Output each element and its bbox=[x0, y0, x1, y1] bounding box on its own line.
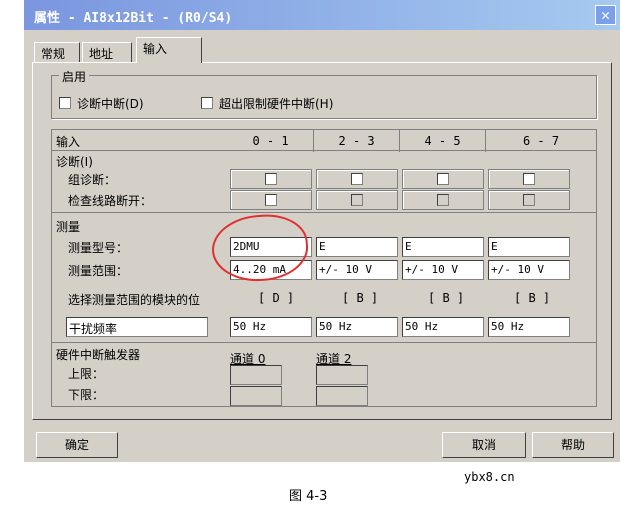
module-position-0: [ D ] bbox=[258, 291, 295, 305]
enable-group-title: 启用 bbox=[59, 68, 90, 85]
diag-interrupt-label: 诊断中断(D) bbox=[77, 97, 144, 111]
header-col-0-1: 0 - 1 bbox=[228, 130, 314, 152]
lower-limit-field-2 bbox=[316, 386, 368, 406]
measurement-type-label: 测量型号： bbox=[68, 241, 129, 255]
measurement-section: 测量 测量型号： 测量范围： 2DMU E E E 4..20 mA +/- 1… bbox=[51, 213, 597, 343]
diag-interrupt-checkbox[interactable] bbox=[59, 97, 71, 109]
help-button[interactable]: 帮助 bbox=[532, 432, 614, 458]
interference-freq-label: 干扰频率 bbox=[66, 317, 208, 337]
cancel-button[interactable]: 取消 bbox=[442, 432, 526, 458]
window-title: 属性 - AI8x12Bit - (R0/S4) bbox=[34, 11, 233, 26]
module-position-2: [ B ] bbox=[428, 291, 465, 305]
ok-button[interactable]: 确定 bbox=[36, 432, 118, 458]
wire-break-cell bbox=[488, 190, 570, 210]
title-bar[interactable]: 属性 - AI8x12Bit - (R0/S4) ✕ bbox=[24, 0, 620, 30]
upper-limit-label: 上限： bbox=[68, 367, 105, 381]
interference-field-2[interactable]: 50 Hz bbox=[402, 317, 484, 337]
upper-limit-field-0 bbox=[230, 365, 282, 385]
interference-field-3[interactable]: 50 Hz bbox=[488, 317, 570, 337]
group-diag-cell bbox=[316, 169, 398, 189]
wire-break-checkbox-1 bbox=[351, 194, 363, 206]
tab-input[interactable]: 输入 bbox=[136, 37, 202, 63]
diagnostics-section: 诊断(I) 组诊断： 检查线路断开： bbox=[51, 151, 597, 213]
figure-caption: 图 4-3 bbox=[289, 489, 328, 504]
measurement-type-field-2[interactable]: E bbox=[402, 237, 484, 257]
group-diag-label: 组诊断： bbox=[68, 173, 117, 187]
module-position-3: [ B ] bbox=[514, 291, 551, 305]
properties-dialog: 属性 - AI8x12Bit - (R0/S4) ✕ 常规 地址 输入 启用 诊… bbox=[24, 0, 620, 462]
hw-limit-interrupt-label: 超出限制硬件中断(H) bbox=[219, 97, 334, 111]
tab-general[interactable]: 常规 bbox=[34, 42, 80, 62]
module-position-1: [ B ] bbox=[342, 291, 379, 305]
wire-break-cell bbox=[316, 190, 398, 210]
upper-limit-field-2 bbox=[316, 365, 368, 385]
wire-break-label: 检查线路断开： bbox=[68, 194, 153, 208]
wire-break-cell bbox=[402, 190, 484, 210]
diagnostics-title: 诊断(I) bbox=[56, 155, 93, 169]
measurement-range-field-3[interactable]: +/- 10 V bbox=[488, 260, 570, 280]
tab-address[interactable]: 地址 bbox=[82, 42, 132, 62]
group-diag-checkbox-2[interactable] bbox=[437, 173, 449, 185]
header-input: 输入 bbox=[56, 135, 81, 149]
lower-limit-label: 下限： bbox=[68, 388, 105, 402]
lower-limit-field-0 bbox=[230, 386, 282, 406]
measurement-type-field-1[interactable]: E bbox=[316, 237, 398, 257]
wire-break-checkbox-2 bbox=[437, 194, 449, 206]
interference-field-1[interactable]: 50 Hz bbox=[316, 317, 398, 337]
measurement-range-field-2[interactable]: +/- 10 V bbox=[402, 260, 484, 280]
measurement-range-field-1[interactable]: +/- 10 V bbox=[316, 260, 398, 280]
wire-break-cell bbox=[230, 190, 312, 210]
group-diag-cell bbox=[402, 169, 484, 189]
group-diag-checkbox-3[interactable] bbox=[523, 173, 535, 185]
measurement-range-label: 测量范围： bbox=[68, 264, 129, 278]
tab-panel-input: 启用 诊断中断(D) 超出限制硬件中断(H) 输入 0 - 1 2 - 3 4 … bbox=[32, 62, 612, 420]
group-diag-checkbox-1[interactable] bbox=[351, 173, 363, 185]
close-icon[interactable]: ✕ bbox=[595, 5, 616, 25]
wire-break-checkbox-0[interactable] bbox=[265, 194, 277, 206]
group-diag-cell bbox=[488, 169, 570, 189]
header-col-4-5: 4 - 5 bbox=[400, 130, 486, 152]
hw-trigger-section: 硬件中断触发器 通道 0 通道 2 上限： 下限： bbox=[51, 343, 597, 407]
hw-trigger-title: 硬件中断触发器 bbox=[56, 348, 141, 362]
measurement-type-field-3[interactable]: E bbox=[488, 237, 570, 257]
watermark: ybx8.cn bbox=[464, 470, 515, 484]
header-col-2-3: 2 - 3 bbox=[314, 130, 400, 152]
group-diag-cell bbox=[230, 169, 312, 189]
table-header: 输入 0 - 1 2 - 3 4 - 5 6 - 7 bbox=[51, 129, 597, 152]
wire-break-checkbox-3 bbox=[523, 194, 535, 206]
module-position-label: 选择测量范围的模块的位 bbox=[68, 293, 201, 307]
group-diag-checkbox-0[interactable] bbox=[265, 173, 277, 185]
interference-field-0[interactable]: 50 Hz bbox=[230, 317, 312, 337]
hw-limit-interrupt-checkbox[interactable] bbox=[201, 97, 213, 109]
header-col-6-7: 6 - 7 bbox=[522, 134, 560, 148]
measurement-title: 测量 bbox=[56, 220, 81, 234]
